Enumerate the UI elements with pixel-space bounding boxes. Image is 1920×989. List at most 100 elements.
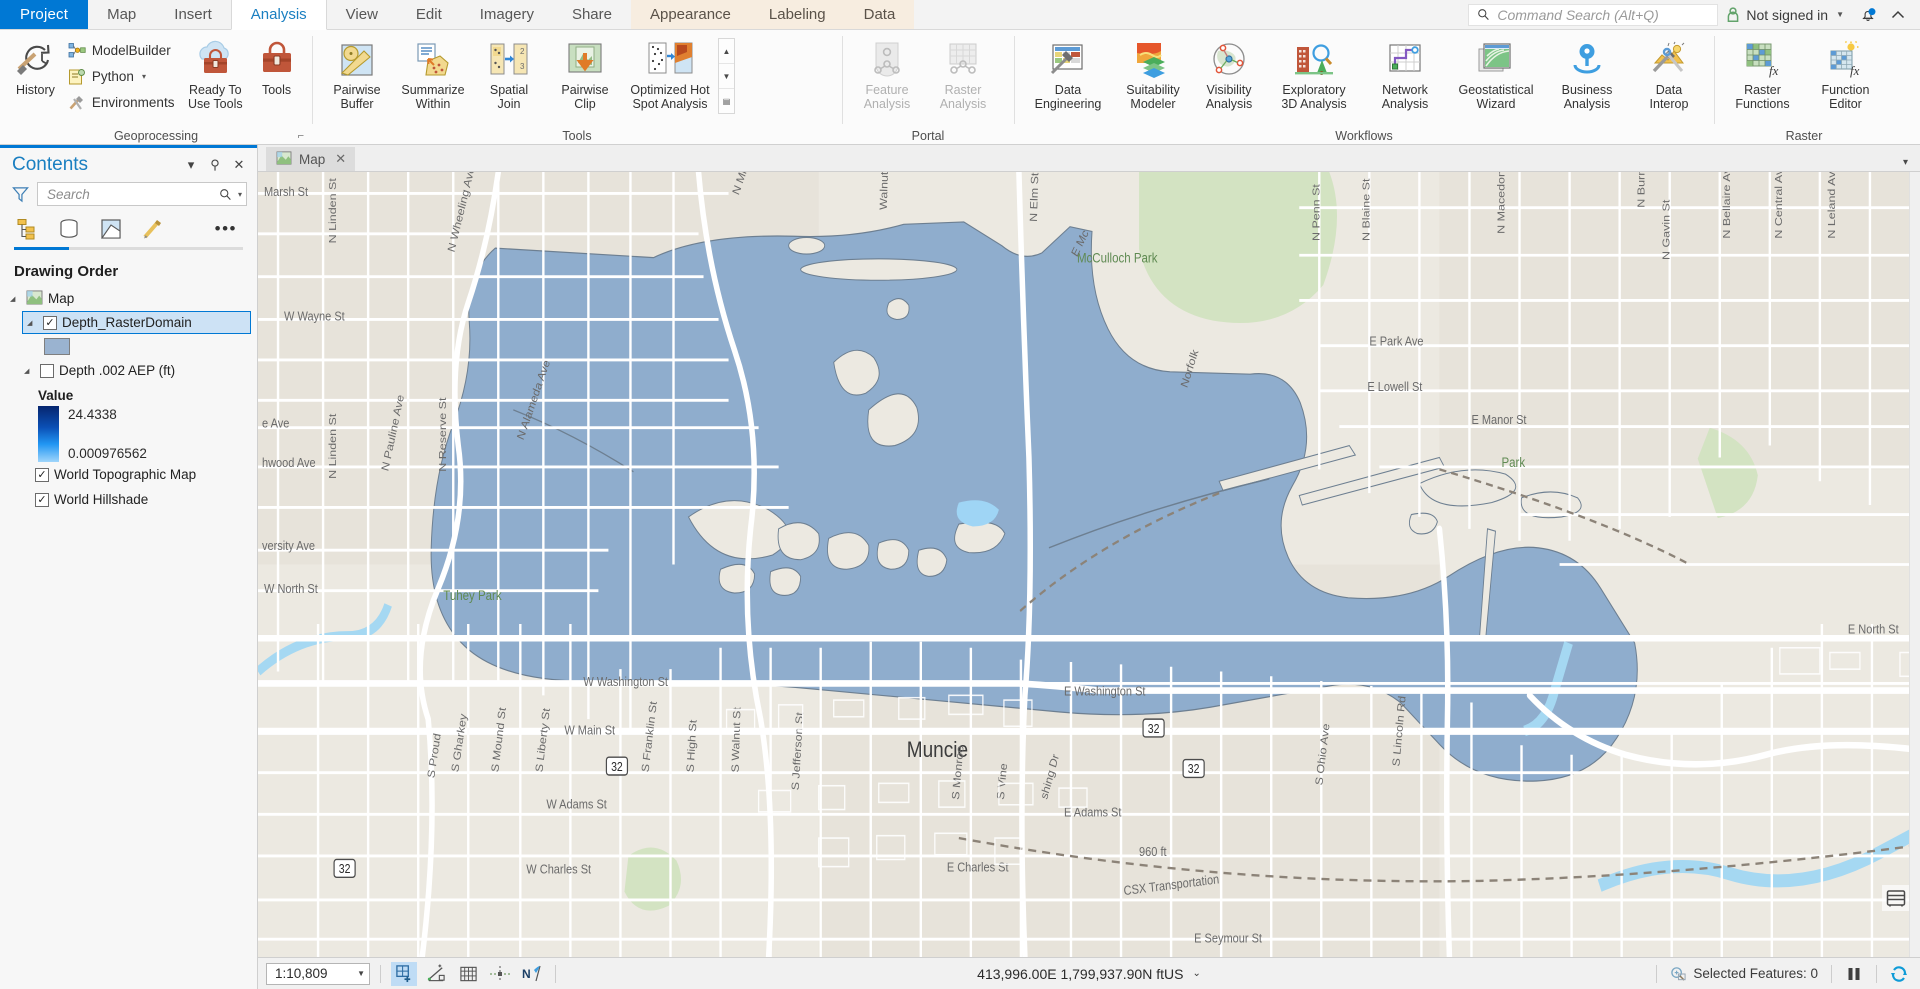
chevron-down-icon[interactable]: ▼ <box>357 969 365 978</box>
tab-map[interactable]: Map <box>88 0 155 29</box>
tab-imagery[interactable]: Imagery <box>461 0 553 29</box>
ribbon-group-title-tools: Tools <box>314 127 840 144</box>
explore-measure-icon[interactable] <box>423 962 449 986</box>
data-engineering-label: Data Engineering <box>1034 83 1102 111</box>
spatial-join-button[interactable]: 2 3 Spatial Join <box>472 35 546 115</box>
list-by-editing-icon[interactable] <box>140 216 166 242</box>
chevron-down-icon[interactable]: ▾ <box>1903 157 1920 171</box>
tools-icon <box>255 39 299 81</box>
map-canvas[interactable]: .rd{stroke:#ffffff;fill:none;stroke-line… <box>258 172 1920 957</box>
pairwise-clip-button[interactable]: Pairwise Clip <box>548 35 622 115</box>
contents-search-input[interactable]: Search ▾ <box>37 182 247 206</box>
selected-features-indicator[interactable]: Selected Features: 0 <box>1666 966 1822 982</box>
basemap-gallery-button[interactable] <box>1882 885 1910 911</box>
summarize-within-button[interactable]: Summarize Within <box>396 35 470 115</box>
map-view-tab[interactable]: Map ✕ <box>266 147 356 171</box>
scroll-up-icon[interactable]: ▲ <box>719 39 734 64</box>
data-engineering-button[interactable]: Data Engineering <box>1022 35 1114 115</box>
tab-data[interactable]: Data <box>845 0 915 29</box>
grid-icon[interactable] <box>455 962 481 986</box>
command-search-input[interactable]: Command Search (Alt+Q) <box>1468 3 1719 26</box>
refresh-icon[interactable] <box>1886 962 1912 986</box>
gallery-expand-icon[interactable]: ▤ <box>719 89 734 113</box>
select-features-icon[interactable] <box>391 961 417 986</box>
tab-project[interactable]: Project <box>0 0 89 29</box>
tab-view[interactable]: View <box>327 0 397 29</box>
raster-functions-button[interactable]: fx Raster Functions <box>1722 35 1803 115</box>
visibility-analysis-button[interactable]: Visibility Analysis <box>1192 35 1266 115</box>
tools-gallery-scrollbar[interactable]: ▲ ▼ ▤ <box>718 38 735 114</box>
list-by-drawing-order-icon[interactable] <box>14 216 40 242</box>
svg-text:E Washington St: E Washington St <box>1064 683 1146 698</box>
exploratory-3d-analysis-button[interactable]: Exploratory 3D Analysis <box>1268 35 1360 115</box>
history-button[interactable]: History <box>8 35 63 102</box>
toc-item-map[interactable]: ◢ Map <box>0 286 251 311</box>
search-options-caret-icon[interactable]: ▾ <box>238 190 242 199</box>
history-icon <box>15 39 55 81</box>
notifications-button[interactable] <box>1852 2 1884 28</box>
tab-share[interactable]: Share <box>553 0 631 29</box>
tools-button[interactable]: Tools <box>249 35 304 102</box>
tab-analysis[interactable]: Analysis <box>230 0 327 30</box>
layer-visibility-checkbox[interactable] <box>40 363 54 378</box>
layer-visibility-checkbox[interactable]: ✓ <box>35 492 49 507</box>
ready-to-use-tools-button[interactable]: Ready To Use Tools <box>183 35 247 115</box>
python-button[interactable]: Python ▾ <box>65 64 182 89</box>
close-icon[interactable]: ✕ <box>229 157 249 173</box>
workflows-title-text: Workflows <box>1335 128 1393 143</box>
function-editor-button[interactable]: fx Function Editor <box>1805 35 1886 115</box>
tab-appearance[interactable]: Appearance <box>631 0 750 29</box>
toc-item-depth-rasterdomain[interactable]: ◢ ✓ Depth_RasterDomain <box>22 311 251 334</box>
filter-icon[interactable] <box>10 186 30 203</box>
expander-icon[interactable]: ◢ <box>24 367 35 375</box>
toc-item-depth-002-aep[interactable]: ◢ Depth .002 AEP (ft) <box>0 358 251 383</box>
tab-insert[interactable]: Insert <box>155 0 231 29</box>
map-coordinates-readout[interactable]: 413,996.00E 1,799,937.90N ftUS ⌄ <box>977 966 1201 982</box>
toc-item-world-topographic-map[interactable]: ✓ World Topographic Map <box>0 462 251 487</box>
layer-visibility-checkbox[interactable]: ✓ <box>35 467 49 482</box>
polygon-swatch[interactable] <box>44 337 70 355</box>
scroll-down-icon[interactable]: ▼ <box>719 64 734 89</box>
data-interop-button[interactable]: Data Interop <box>1632 35 1706 115</box>
list-by-selection-icon[interactable] <box>98 216 124 242</box>
chevron-down-icon[interactable]: ⌄ <box>1192 968 1200 979</box>
raster-functions-icon: fx <box>1743 39 1783 81</box>
business-analysis-button[interactable]: Business Analysis <box>1544 35 1630 115</box>
pairwise-buffer-label: Pairwise Buffer <box>333 83 381 111</box>
close-icon[interactable]: ✕ <box>335 151 346 167</box>
contents-menu-button[interactable]: ▾ <box>181 157 201 173</box>
ribbon-group-title-raster: Raster <box>1716 127 1892 144</box>
raster-analysis-button[interactable]: Raster Analysis <box>926 35 1000 115</box>
svg-text:N Leland Ave: N Leland Ave <box>1827 172 1838 239</box>
geostatistical-wizard-button[interactable]: Geostatistical Wizard <box>1450 35 1542 115</box>
account-menu[interactable]: Not signed in ▼ <box>1718 7 1852 23</box>
dialog-launcher-icon[interactable]: ⌐ <box>298 130 304 142</box>
toc-item-world-hillshade[interactable]: ✓ World Hillshade <box>0 487 251 512</box>
optimized-hot-spot-button[interactable]: Optimized Hot Spot Analysis <box>624 35 716 115</box>
collapse-ribbon-button[interactable] <box>1884 2 1912 28</box>
ribbon-group-title-workflows: Workflows <box>1016 127 1712 144</box>
list-by-data-source-icon[interactable] <box>56 216 82 242</box>
pin-icon[interactable]: ⚲ <box>205 157 225 173</box>
snapping-icon[interactable] <box>487 962 513 986</box>
visibility-analysis-icon <box>1210 39 1248 81</box>
ribbon-group-title-portal: Portal <box>844 127 1012 144</box>
modelbuilder-button[interactable]: ModelBuilder <box>65 38 182 63</box>
layer-visibility-checkbox[interactable]: ✓ <box>43 315 57 330</box>
expander-icon[interactable]: ◢ <box>10 295 21 303</box>
north-arrow-icon[interactable]: N <box>519 962 545 986</box>
svg-text:W Charles St: W Charles St <box>526 862 591 877</box>
map-scale-combobox[interactable]: 1:10,809 ▼ <box>266 962 370 985</box>
feature-analysis-button[interactable]: Feature Analysis <box>850 35 924 115</box>
environments-button[interactable]: Environments <box>65 90 182 115</box>
tab-edit[interactable]: Edit <box>397 0 461 29</box>
suitability-modeler-button[interactable]: Suitability Modeler <box>1116 35 1190 115</box>
contents-more-options-icon[interactable]: ••• <box>215 219 243 239</box>
tab-labeling[interactable]: Labeling <box>750 0 845 29</box>
pause-drawing-icon[interactable] <box>1841 962 1867 986</box>
network-analysis-button[interactable]: Network Analysis <box>1362 35 1448 115</box>
toc-label-world-topographic-map: World Topographic Map <box>54 467 197 482</box>
pairwise-buffer-button[interactable]: Pairwise Buffer <box>320 35 394 115</box>
map-vertical-scrollbar[interactable] <box>1909 172 1920 957</box>
expander-icon[interactable]: ◢ <box>27 319 38 327</box>
